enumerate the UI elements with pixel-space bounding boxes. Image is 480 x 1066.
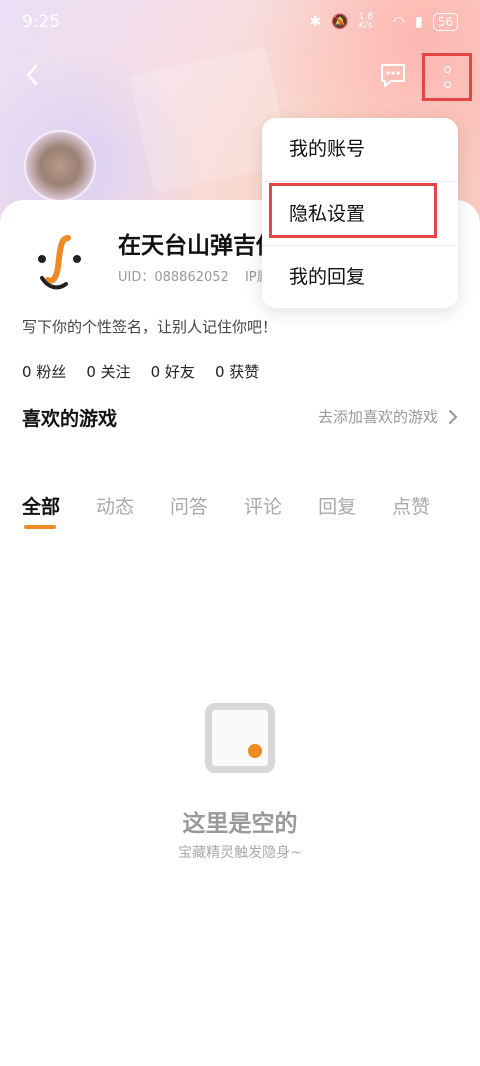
- status-icons: ✱ 🔕 1.8 K/s ◠ ▮ 56: [310, 13, 458, 31]
- stat-likes[interactable]: 0 获赞: [215, 361, 259, 382]
- empty-dot-icon: [248, 744, 262, 758]
- signature-text[interactable]: 写下你的个性签名，让别人记住你吧！: [22, 316, 277, 337]
- username: 在天台山弹吉他: [118, 233, 279, 259]
- mute-icon: 🔕: [331, 14, 349, 30]
- chevron-left-icon: [26, 64, 38, 86]
- tab-likes[interactable]: 点赞: [392, 492, 430, 519]
- bluetooth-icon: ✱: [309, 14, 322, 30]
- network-speed: 1.8 K/s: [358, 12, 374, 31]
- menu-item-my-account[interactable]: 我的账号: [262, 118, 458, 180]
- empty-state-title: 这里是空的: [182, 811, 298, 837]
- favorite-games-title: 喜欢的游戏: [22, 408, 118, 430]
- back-button[interactable]: [18, 58, 48, 92]
- tab-comments[interactable]: 评论: [244, 492, 282, 519]
- more-vertical-icon: [444, 66, 451, 96]
- content-tabs: 全部 动态 问答 评论 回复 点赞: [22, 492, 430, 529]
- tab-replies[interactable]: 回复: [318, 492, 356, 519]
- user-avatar-logo[interactable]: [22, 222, 104, 304]
- battery-icon: 56: [432, 13, 458, 31]
- empty-box-icon: [205, 703, 275, 773]
- avatar[interactable]: [24, 130, 96, 202]
- stat-following[interactable]: 0 关注: [86, 361, 130, 382]
- tab-qa[interactable]: 问答: [170, 492, 208, 519]
- add-favorite-games-link[interactable]: 去添加喜欢的游戏: [318, 406, 458, 427]
- privacy-settings-highlight: [269, 183, 437, 238]
- add-favorite-games-label: 去添加喜欢的游戏: [317, 408, 438, 426]
- message-icon: [381, 64, 405, 87]
- stat-friends[interactable]: 0 好友: [151, 361, 195, 382]
- stat-fans[interactable]: 0 粉丝: [22, 361, 66, 382]
- tab-all[interactable]: 全部: [22, 492, 60, 529]
- menu-divider: [262, 181, 458, 182]
- menu-item-my-replies[interactable]: 我的回复: [262, 246, 458, 308]
- sim-icon: ▮: [415, 14, 423, 30]
- smiley-logo-icon: [38, 235, 81, 290]
- status-bar: 9:25 ✱ 🔕 1.8 K/s ◠ ▮ 56: [0, 0, 480, 44]
- status-time: 9:25: [22, 12, 61, 32]
- message-button[interactable]: [379, 62, 407, 87]
- chevron-right-icon: [449, 409, 458, 424]
- tab-posts[interactable]: 动态: [96, 492, 134, 519]
- profile-stats: 0 粉丝 0 关注 0 好友 0 获赞: [22, 361, 259, 382]
- wifi-icon: ◠: [392, 14, 405, 30]
- empty-state-subtitle: 宝藏精灵触发隐身~: [178, 845, 302, 861]
- more-button[interactable]: [422, 53, 472, 101]
- uid-text: UID：088862052: [118, 270, 229, 285]
